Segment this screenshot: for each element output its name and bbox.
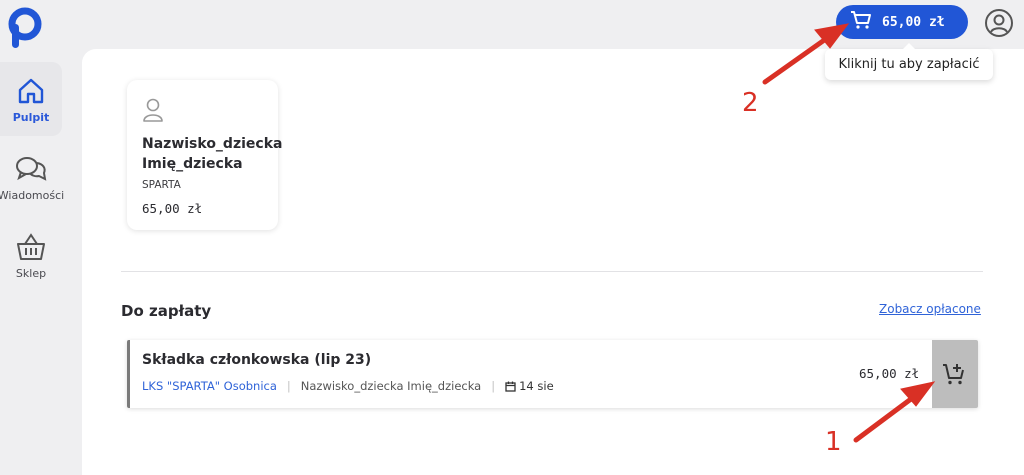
sidebar-item-sklep[interactable]: Sklep [0, 218, 62, 292]
payment-title: Składka członkowska (lip 23) [142, 352, 372, 368]
payment-date: 14 sie [505, 379, 554, 393]
user-avatar-icon[interactable] [984, 8, 1014, 38]
payment-child: Nazwisko_dziecka Imię_dziecka [300, 379, 482, 393]
add-to-cart-icon [943, 364, 964, 385]
annotation-label-2: 2 [742, 88, 759, 118]
user-icon [143, 98, 163, 122]
divider [121, 271, 983, 272]
chat-icon [15, 153, 47, 185]
pay-tooltip: Kliknij tu aby zapłacić [825, 43, 993, 80]
payment-row[interactable]: Składka członkowska (lip 23) LKS "SPARTA… [127, 340, 978, 408]
sidebar-item-label: Sklep [15, 266, 47, 280]
payment-club[interactable]: LKS "SPARTA" Osobnica [142, 379, 277, 393]
add-to-cart-button[interactable] [932, 340, 978, 408]
cart-total: 65,00 zł [882, 14, 945, 30]
section-title: Do zapłaty [121, 302, 212, 320]
see-paid-link[interactable]: Zobacz opłacone [879, 302, 981, 316]
sidebar-item-pulpit[interactable]: Pulpit [0, 62, 62, 136]
payment-meta: LKS "SPARTA" Osobnica | Nazwisko_dziecka… [142, 379, 554, 393]
cart-icon [850, 10, 872, 34]
child-card[interactable]: Nazwisko_dziecka Imię_dziecka SPARTA 65,… [127, 80, 283, 230]
child-amount: 65,00 zł [142, 201, 203, 216]
separator: | [286, 379, 291, 393]
sidebar-item-label: Pulpit [12, 110, 50, 124]
payment-amount: 65,00 zł [859, 366, 920, 381]
child-name: Nazwisko_dziecka Imię_dziecka [142, 134, 283, 174]
separator: | [491, 379, 496, 393]
child-firstname: Imię_dziecka [142, 156, 243, 172]
sidebar-item-wiadomosci[interactable]: Wiadomości [0, 140, 65, 214]
basket-icon [15, 231, 47, 263]
payment-date-text: 14 sie [519, 379, 554, 393]
home-icon [15, 75, 47, 107]
cart-button[interactable]: 65,00 zł [836, 5, 968, 39]
annotation-label-1: 1 [825, 427, 842, 457]
app-logo[interactable] [8, 7, 42, 49]
child-surname: Nazwisko_dziecka [142, 136, 283, 152]
sidebar: Pulpit Wiadomości Sklep [0, 62, 65, 296]
child-club: SPARTA [142, 179, 181, 191]
sidebar-item-label: Wiadomości [0, 188, 65, 202]
calendar-icon [505, 381, 516, 392]
